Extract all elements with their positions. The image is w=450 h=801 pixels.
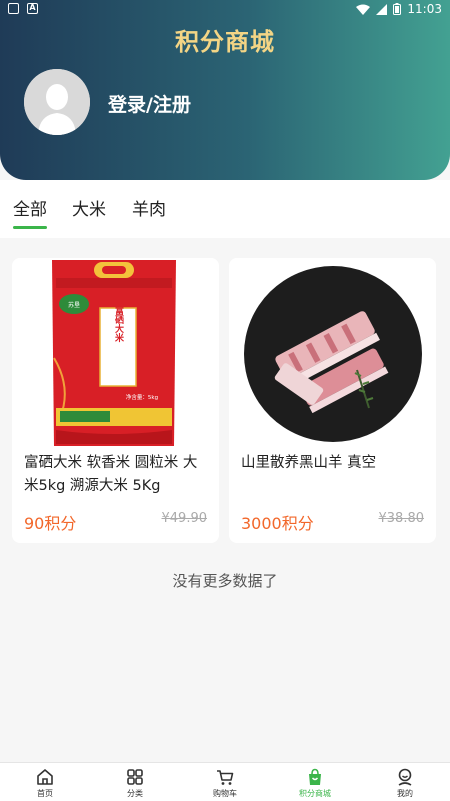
user-avatar-icon [24, 69, 90, 135]
tab-all[interactable]: 全部 [13, 195, 47, 229]
rice-brand-text: 富硒大米 [113, 305, 125, 343]
status-bar: A 11:03 [0, 0, 450, 20]
tabbar-item-points-mall[interactable]: 积分商城 [270, 763, 360, 801]
page-title: 积分商城 [175, 28, 275, 56]
product-original-price: ¥38.80 [378, 511, 425, 526]
lamb-ribs-image [229, 258, 436, 451]
status-time: 11:03 [407, 2, 442, 16]
product-price: 90积分 [24, 514, 77, 533]
wifi-icon [356, 4, 371, 15]
signal-icon [376, 3, 388, 15]
tabbar-label: 我的 [397, 789, 413, 798]
profile-icon [398, 768, 412, 786]
product-card[interactable]: 苏垦 富硒大米 净含量：5kg 富硒大米 软香米 圆粒米 大米5kg 溯源大米 … [12, 258, 219, 543]
tabbar-item-category[interactable]: 分类 [90, 763, 180, 801]
product-price: 3000积分 [241, 514, 314, 533]
image-notification-icon [8, 3, 19, 14]
product-original-price: ¥49.90 [161, 511, 208, 526]
tab-rice[interactable]: 大米 [72, 195, 106, 226]
avatar[interactable] [24, 69, 90, 135]
rice-logo-text: 苏垦 [68, 301, 80, 309]
rice-bag-image: 苏垦 富硒大米 净含量：5kg [12, 258, 219, 451]
product-card[interactable]: 山里散养黑山羊 真空 3000积分 ¥38.80 [229, 258, 436, 543]
home-icon [37, 769, 53, 785]
product-title[interactable]: 富硒大米 软香米 圆粒米 大米5kg 溯源大米 5Kg [24, 452, 209, 498]
rice-weight-text: 净含量：5kg [126, 393, 158, 401]
category-tabs: 全部 大米 羊肉 [0, 180, 450, 238]
header: A 11:03 积分商城 登录/注册 [0, 0, 450, 180]
login-register-link[interactable]: 登录/注册 [108, 90, 191, 117]
product-title[interactable]: 山里散养黑山羊 真空 [241, 452, 426, 475]
tab-lamb[interactable]: 羊肉 [132, 195, 166, 226]
no-more-data-text: 没有更多数据了 [172, 572, 278, 590]
tabbar-label: 首页 [37, 789, 53, 798]
tabbar-item-cart[interactable]: 购物车 [180, 763, 270, 801]
tabbar-label: 购物车 [213, 789, 237, 798]
text-notification-icon: A [27, 3, 38, 14]
cart-icon [217, 770, 234, 785]
tabbar-label: 分类 [127, 789, 143, 798]
points-mall-icon [309, 768, 321, 785]
grid-icon [127, 769, 143, 785]
tabbar-item-home[interactable]: 首页 [0, 763, 90, 801]
tabbar-label: 积分商城 [299, 789, 331, 798]
bottom-tab-bar: 首页 分类 购物车 积分商城 我的 [0, 762, 450, 801]
tabbar-item-profile[interactable]: 我的 [360, 763, 450, 801]
battery-icon [393, 3, 402, 15]
